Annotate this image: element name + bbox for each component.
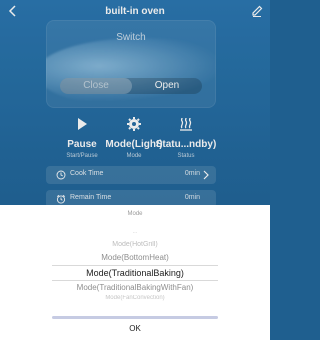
- oven-control-screen: built-in oven Switch Close Open Pause St…: [0, 0, 270, 340]
- picker-option[interactable]: Mode(FanConvection): [52, 295, 218, 301]
- sheet-divider: [52, 316, 218, 319]
- picker-option-faded[interactable]: ...: [52, 229, 218, 235]
- ok-button[interactable]: OK: [52, 321, 218, 337]
- picker-option[interactable]: Mode(BottomHeat): [52, 253, 218, 262]
- picker-option-selected[interactable]: Mode(TraditionalBaking): [52, 265, 218, 281]
- mode-wheel[interactable]: ... Mode(HotGrill) Mode(BottomHeat) Mode…: [52, 229, 218, 315]
- mode-picker-sheet: Mode ... Mode(HotGrill) Mode(BottomHeat)…: [0, 205, 270, 340]
- picker-title: Mode: [127, 211, 143, 217]
- picker-option[interactable]: Mode(TraditionalBakingWithFan): [52, 283, 218, 292]
- picker-option[interactable]: Mode(HotGrill): [52, 241, 218, 248]
